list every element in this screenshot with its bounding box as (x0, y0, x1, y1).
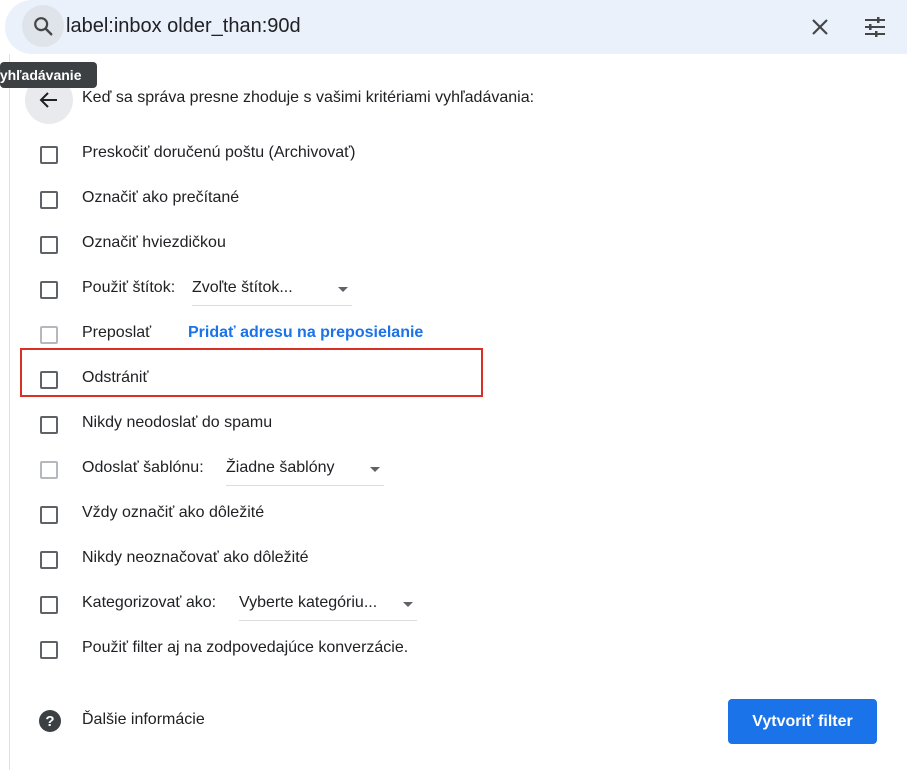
option-star[interactable]: Označiť hviezdičkou (0, 230, 907, 260)
option-skip-inbox[interactable]: Preskočiť doručenú poštu (Archivovať) (0, 140, 907, 170)
option-apply-label[interactable]: Použiť štítok: Zvoľte štítok... (0, 275, 907, 306)
template-select[interactable]: Žiadne šablóny (226, 455, 384, 486)
option-label: Použiť filter aj na zodpovedajúce konver… (82, 639, 409, 656)
checkbox[interactable] (40, 236, 58, 254)
arrow-back-icon (39, 92, 57, 108)
checkbox[interactable] (40, 461, 58, 479)
chevron-down-icon (403, 602, 413, 607)
category-select-value: Vyberte kategóriu... (239, 594, 378, 611)
option-forward[interactable]: Preposlať Pridať adresu na preposielanie (0, 320, 907, 350)
option-label: Preskočiť doručenú poštu (Archivovať) (82, 144, 356, 161)
checkbox[interactable] (40, 281, 58, 299)
highlight-box (20, 348, 483, 397)
chevron-down-icon (370, 467, 380, 472)
add-forwarding-address-link[interactable]: Pridať adresu na preposielanie (188, 324, 423, 342)
option-label: Nikdy neodoslať do spamu (82, 414, 273, 431)
search-bar[interactable]: label:inbox older_than:90d (5, 0, 907, 54)
chevron-down-icon (338, 287, 348, 292)
filter-header: Keď sa správa presne zhoduje s vašimi kr… (82, 89, 535, 106)
option-send-template[interactable]: Odoslať šablónu: Žiadne šablóny (0, 455, 907, 486)
option-label: Preposlať (82, 324, 152, 341)
option-label: Nikdy neoznačovať ako dôležité (82, 549, 309, 566)
create-filter-button[interactable]: Vytvoriť filter (728, 699, 877, 744)
option-label: Označiť ako prečítané (82, 189, 240, 206)
tune-icon[interactable] (861, 13, 889, 41)
checkbox[interactable] (40, 596, 58, 614)
checkbox[interactable] (40, 146, 58, 164)
checkbox[interactable] (40, 506, 58, 524)
option-never-spam[interactable]: Nikdy neodoslať do spamu (0, 410, 907, 440)
category-select[interactable]: Vyberte kategóriu... (239, 590, 417, 621)
option-mark-read[interactable]: Označiť ako prečítané (0, 185, 907, 215)
checkbox[interactable] (40, 551, 58, 569)
option-label: Označiť hviezdičkou (82, 234, 226, 251)
option-label: Kategorizovať ako: (82, 594, 217, 611)
option-apply-matching[interactable]: Použiť filter aj na zodpovedajúce konver… (0, 635, 907, 665)
option-label: Použiť štítok: (82, 279, 176, 296)
option-never-important[interactable]: Nikdy neoznačovať ako dôležité (0, 545, 907, 575)
checkbox[interactable] (40, 641, 58, 659)
option-label: Vždy označiť ako dôležité (82, 504, 265, 521)
label-select[interactable]: Zvoľte štítok... (192, 275, 352, 306)
help-link[interactable]: Ďalšie informácie (82, 711, 205, 729)
close-icon[interactable] (806, 13, 834, 41)
tooltip: Vyhľadávanie (0, 62, 97, 88)
option-always-important[interactable]: Vždy označiť ako dôležité (0, 500, 907, 530)
checkbox[interactable] (40, 416, 58, 434)
option-label: Odoslať šablónu: (82, 459, 204, 476)
checkbox[interactable] (40, 326, 58, 344)
search-input[interactable]: label:inbox older_than:90d (66, 15, 301, 38)
search-icon[interactable] (22, 5, 64, 47)
help-icon[interactable]: ? (39, 710, 61, 732)
checkbox[interactable] (40, 191, 58, 209)
label-select-value: Zvoľte štítok... (192, 279, 293, 296)
template-select-value: Žiadne šablóny (226, 459, 335, 476)
option-categorize[interactable]: Kategorizovať ako: Vyberte kategóriu... (0, 590, 907, 621)
